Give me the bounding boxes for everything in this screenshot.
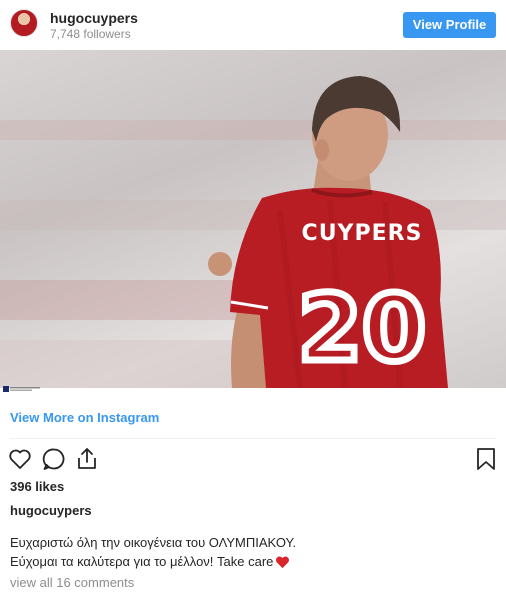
like-count[interactable]: 396 likes	[10, 479, 64, 494]
red-heart-emoji-icon	[276, 556, 290, 569]
caption-username[interactable]: hugocuypers	[10, 503, 92, 518]
post-header: hugocuypers 7,748 followers View Profile	[0, 0, 506, 50]
view-more-link[interactable]: View More on Instagram	[10, 410, 159, 425]
view-profile-button[interactable]: View Profile	[403, 12, 496, 38]
photo-credit-logo	[3, 386, 40, 392]
jersey-number: 20	[298, 275, 426, 382]
bookmark-icon[interactable]	[473, 446, 499, 472]
caption-line-1: Ευχαριστώ όλη την οικογένεια του ΟΛΥΜΠΙΑ…	[10, 535, 297, 550]
avatar[interactable]	[10, 9, 38, 37]
username[interactable]: hugocuypers	[50, 10, 138, 26]
follower-count: 7,748 followers	[50, 27, 131, 41]
post-photo[interactable]: CUYPERS 20	[0, 50, 506, 388]
jersey-name: CUYPERS	[302, 221, 423, 246]
action-bar	[0, 446, 506, 474]
view-comments-link[interactable]: view all 16 comments	[10, 575, 134, 590]
caption-line-2: Εύχομαι τα καλύτερα για το μέλλον! Take …	[10, 552, 490, 571]
player-photo-illustration: CUYPERS 20	[0, 76, 506, 388]
heart-icon[interactable]	[7, 446, 33, 472]
caption-text: Ευχαριστώ όλη την οικογένεια του ΟΛΥΜΠΙΑ…	[10, 533, 490, 571]
share-icon[interactable]	[74, 446, 100, 472]
divider	[10, 438, 496, 439]
caption-line-2-text: Εύχομαι τα καλύτερα για το μέλλον! Take …	[10, 554, 274, 569]
comment-icon[interactable]	[41, 446, 67, 472]
